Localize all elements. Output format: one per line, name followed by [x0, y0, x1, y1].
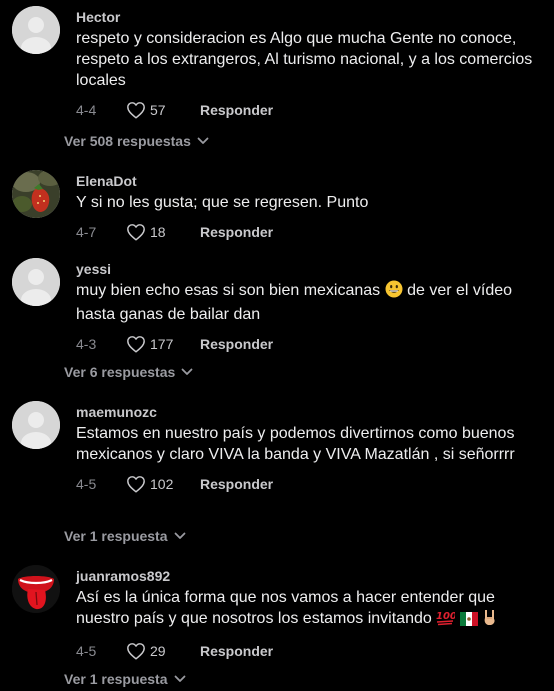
view-replies-label: Ver 1 respuesta	[64, 528, 168, 544]
comment-username[interactable]: ElenaDot	[76, 172, 534, 190]
comment-username[interactable]: yessi	[76, 260, 534, 278]
like-count: 102	[150, 476, 174, 492]
comment-meta: 4-4 57 Responder	[76, 99, 534, 121]
rock-on-hand-emoji-icon	[482, 608, 498, 632]
grinning-face-emoji-icon	[385, 280, 403, 304]
heart-icon	[127, 476, 145, 493]
like-count: 18	[150, 224, 166, 240]
reply-button[interactable]: Responder	[200, 336, 273, 352]
default-avatar-icon[interactable]	[12, 258, 60, 306]
comment-text-part: Así es la única forma que nos vamos a ha…	[76, 589, 495, 627]
view-replies-label: Ver 6 respuestas	[64, 364, 176, 380]
reply-button[interactable]: Responder	[200, 102, 273, 118]
default-avatar-icon[interactable]	[12, 6, 60, 54]
comment-text-part: muy bien echo esas si son bien mexicanas	[76, 282, 381, 299]
default-avatar-icon[interactable]	[12, 401, 60, 449]
comment-list: Hector respeto y consideracion es Algo q…	[0, 0, 554, 691]
strawberry-photo-avatar[interactable]	[12, 170, 60, 218]
comment-text: Y si no les gusta; que se regresen. Punt…	[76, 194, 369, 211]
comment-meta: 4-3 177 Responder	[76, 333, 534, 355]
comment-text: Estamos en nuestro país y podemos divert…	[76, 425, 515, 463]
view-replies-label: Ver 1 respuesta	[64, 671, 168, 687]
mexico-flag-emoji-icon	[459, 611, 478, 632]
reply-button[interactable]: Responder	[200, 224, 273, 240]
heart-icon	[127, 102, 145, 119]
like-count: 57	[150, 102, 166, 118]
like-button[interactable]: 57	[126, 101, 178, 119]
view-replies-button[interactable]: Ver 6 respuestas	[64, 364, 193, 380]
heart-icon	[127, 336, 145, 353]
comment-text: Así es la única forma que nos vamos a ha…	[76, 587, 534, 632]
comment-username[interactable]: Hector	[76, 8, 534, 26]
like-button[interactable]: 18	[126, 223, 178, 241]
comment-meta: 4-5 29 Responder	[76, 640, 534, 662]
comment-date: 4-4	[76, 102, 97, 118]
like-button[interactable]: 102	[126, 475, 178, 493]
chevron-down-icon	[174, 532, 185, 539]
chevron-down-icon	[181, 368, 193, 375]
chevron-down-icon	[174, 675, 185, 682]
hundred-points-emoji-icon: 100	[436, 608, 457, 632]
like-count: 177	[150, 336, 174, 352]
comment-date: 4-3	[76, 336, 97, 352]
comment-meta: 4-5 102 Responder	[76, 473, 534, 495]
comment-meta: 4-7 18 Responder	[76, 221, 534, 243]
reply-button[interactable]: Responder	[200, 476, 273, 492]
view-replies-button[interactable]: Ver 508 respuestas	[64, 133, 209, 149]
comment-text: muy bien echo esas si son bien mexicanas…	[76, 280, 534, 325]
comment-date: 4-5	[76, 476, 97, 492]
comment-text: respeto y consideracion es Algo que much…	[76, 30, 533, 89]
rolling-stones-tongue-avatar[interactable]	[12, 565, 60, 613]
comment-date: 4-7	[76, 224, 97, 240]
like-count: 29	[150, 643, 166, 659]
comment-date: 4-5	[76, 643, 97, 659]
heart-icon	[127, 643, 145, 660]
view-replies-button[interactable]: Ver 1 respuesta	[64, 528, 186, 544]
comment-username[interactable]: maemunozc	[76, 403, 534, 421]
like-button[interactable]: 177	[126, 335, 178, 353]
heart-icon	[127, 224, 145, 241]
view-replies-button[interactable]: Ver 1 respuesta	[64, 671, 186, 687]
like-button[interactable]: 29	[126, 642, 178, 660]
chevron-down-icon	[197, 137, 209, 144]
view-replies-label: Ver 508 respuestas	[64, 133, 191, 149]
comment-username[interactable]: juanramos892	[76, 567, 534, 585]
reply-button[interactable]: Responder	[200, 643, 273, 659]
